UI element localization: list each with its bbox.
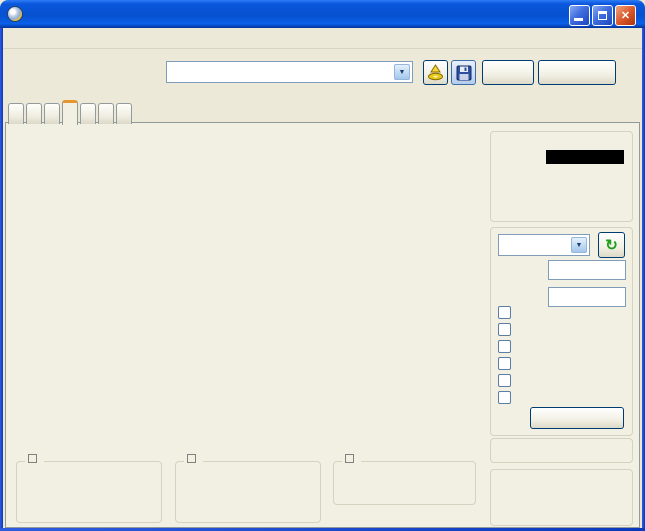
app-icon [7, 6, 23, 22]
pi-failures-legend-swatch [187, 454, 196, 463]
drive-select[interactable]: ▼ [166, 61, 413, 83]
close-button[interactable]: ✕ [615, 5, 636, 26]
checkbox-box[interactable] [498, 374, 511, 387]
speed-select[interactable]: ▼ [498, 234, 590, 256]
quality-index-panel [490, 438, 633, 463]
chevron-down-icon[interactable]: ▼ [571, 237, 587, 253]
tab-erweiterte-diskqualitaet[interactable] [80, 103, 96, 124]
checkbox-c2-pif-anzeigen[interactable] [498, 339, 516, 354]
erweitert-button[interactable] [530, 407, 624, 429]
nero-logo [28, 50, 163, 51]
close-icon: ✕ [620, 10, 631, 22]
menu-test-durchfuehren[interactable] [18, 36, 36, 40]
eject-button[interactable] [423, 60, 448, 85]
tab-benchmark[interactable] [8, 103, 24, 124]
tab-disk-erstellen[interactable] [26, 103, 42, 124]
pi-errors-panel [16, 454, 162, 523]
chevron-down-icon[interactable]: ▼ [394, 64, 410, 80]
app-window: ✕ ▼ ▼ ↻ [0, 0, 645, 531]
pi-errors-legend-swatch [28, 454, 37, 463]
menu-extra[interactable] [36, 36, 54, 40]
tab-disc-pruefen[interactable] [98, 103, 114, 124]
progress-panel [490, 469, 633, 526]
quit-button[interactable] [538, 60, 616, 85]
minimize-icon [574, 18, 583, 21]
maximize-icon [598, 11, 607, 20]
menu-bar [0, 28, 645, 49]
checkbox-schnelles-scannen[interactable] [498, 305, 516, 320]
checkbox-box[interactable] [498, 323, 511, 336]
checkbox-c1-pie-anzeigen[interactable] [498, 322, 516, 337]
save-icon [456, 65, 471, 80]
disk-label-label [499, 148, 546, 164]
refresh-button[interactable]: ↻ [598, 232, 625, 258]
pi-failures-caption [184, 454, 203, 463]
disk-info-panel [490, 131, 633, 222]
refresh-icon: ↻ [605, 237, 618, 254]
scan-start-input[interactable] [548, 260, 626, 280]
scan-ende-input[interactable] [548, 287, 626, 307]
pi-failures-y-axis-right [464, 300, 490, 435]
disk-label-redacted [545, 150, 624, 164]
title-bar[interactable] [0, 0, 645, 28]
checkbox-zeige-lesegeschw[interactable] [498, 373, 516, 388]
window-border-left [0, 28, 3, 531]
eject-icon [428, 64, 443, 81]
checkbox-zeige-schreibgeschw[interactable] [498, 390, 516, 405]
checkbox-box[interactable] [498, 340, 511, 353]
pi-errors-caption [25, 454, 44, 463]
jitter-panel [333, 454, 476, 505]
pi-failures-x-axis [42, 438, 463, 451]
checkbox-box[interactable] [498, 357, 511, 370]
jitter-legend-swatch [345, 454, 354, 463]
minimize-button[interactable] [569, 5, 590, 26]
pi-failures-y-axis-left [13, 300, 39, 435]
checkbox-box[interactable] [498, 391, 511, 404]
pi-errors-y-axis-right [464, 137, 490, 273]
pi-errors-chart-canvas [42, 137, 462, 273]
checkbox-jitter-anzeigen[interactable] [498, 356, 516, 371]
menu-hilfe[interactable] [54, 36, 72, 40]
checkbox-box[interactable] [498, 306, 511, 319]
pi-failures-chart-canvas [42, 300, 462, 435]
tab-strip [8, 100, 134, 125]
pi-errors-y-axis-left [13, 137, 39, 273]
maximize-button[interactable] [592, 5, 613, 26]
jitter-caption [342, 454, 361, 463]
tab-disk-info[interactable] [44, 103, 60, 124]
po-failures-row [333, 507, 476, 509]
pi-failures-panel [175, 454, 321, 523]
pi-errors-x-axis [42, 276, 463, 289]
tab-diskqualitaet[interactable] [62, 100, 78, 125]
save-button[interactable] [451, 60, 476, 85]
start-button[interactable] [482, 60, 534, 85]
tab-ta-jitter[interactable] [116, 103, 132, 124]
